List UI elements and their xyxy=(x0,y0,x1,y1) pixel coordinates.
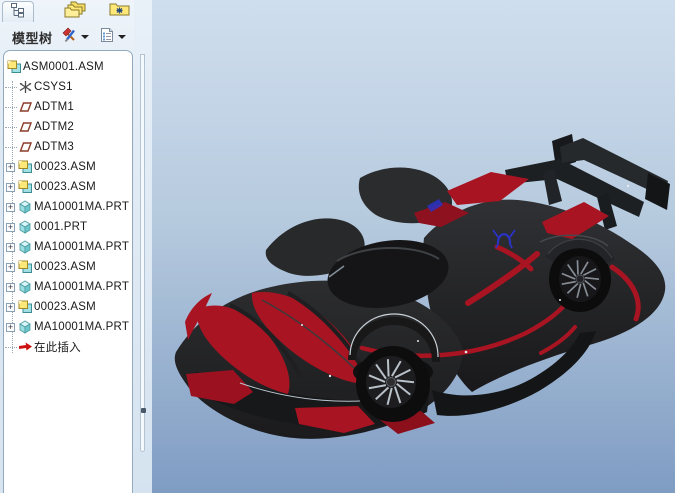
tree-item[interactable]: ADTM3 xyxy=(4,137,132,157)
tree-expander-icon[interactable]: + xyxy=(6,303,15,312)
tree-item[interactable]: + MA10001MA.PRT xyxy=(4,277,132,297)
tree-item-label: MA10001MA.PRT xyxy=(34,241,129,253)
assembly-icon xyxy=(18,160,34,174)
tree-item[interactable]: +0001.PRT xyxy=(4,217,132,237)
tab-folder-browser[interactable] xyxy=(56,1,100,22)
csys-icon xyxy=(18,80,34,94)
tree-item-label: 0001.PRT xyxy=(34,221,87,233)
part-icon xyxy=(18,320,34,334)
assembly-icon xyxy=(18,260,34,274)
tree-item-label: 00023.ASM xyxy=(34,261,96,273)
tree-expander-icon[interactable]: + xyxy=(6,163,15,172)
tree-indent xyxy=(4,337,18,357)
navigator-header: 模型树 xyxy=(0,24,134,50)
tab-favorites[interactable] xyxy=(106,1,134,22)
splitter-groove xyxy=(140,54,145,452)
tree-indent xyxy=(4,77,18,97)
tree-item-label: 在此插入 xyxy=(34,339,81,355)
tree-item-label: MA10001MA.PRT xyxy=(34,281,129,293)
splitter-handle[interactable] xyxy=(141,408,146,413)
tree-item[interactable]: +00023.ASM xyxy=(4,297,132,317)
tree-indent xyxy=(4,57,7,77)
tree-item-label: MA10001MA.PRT xyxy=(34,201,129,213)
datum-icon xyxy=(18,120,34,134)
tree-indent xyxy=(4,97,18,117)
tree-item[interactable]: + MA10001MA.PRT xyxy=(4,317,132,337)
model-tree: ASM0001.ASM CSYS1 ADTM1 ADTM2 ADTM3 +00023.AS… xyxy=(3,50,133,493)
car-model[interactable] xyxy=(152,0,675,493)
tree-item[interactable]: +00023.ASM xyxy=(4,157,132,177)
tree-item[interactable]: +00023.ASM xyxy=(4,177,132,197)
tree-indent xyxy=(4,137,18,157)
tree-expander-icon[interactable]: + xyxy=(6,183,15,192)
tree-expander-icon[interactable]: + xyxy=(6,263,15,272)
tree-item[interactable]: ADTM1 xyxy=(4,97,132,117)
tree-item-label: 00023.ASM xyxy=(34,161,96,173)
tree-expander-icon[interactable]: + xyxy=(6,323,15,332)
tab-model-tree[interactable] xyxy=(2,1,34,22)
tree-item-label: ASM0001.ASM xyxy=(23,61,104,73)
panel-splitter[interactable] xyxy=(134,0,152,493)
part-icon xyxy=(18,200,34,214)
tree-settings-button[interactable] xyxy=(97,26,128,49)
tree-expander-icon[interactable]: + xyxy=(6,203,15,212)
tree-item[interactable]: + MA10001MA.PRT xyxy=(4,197,132,217)
tree-item[interactable]: + MA10001MA.PRT xyxy=(4,237,132,257)
assembly-icon xyxy=(18,180,34,194)
chevron-down-icon xyxy=(118,35,126,39)
navigator-tabs xyxy=(0,0,134,22)
tree-expander-icon[interactable]: + xyxy=(6,283,15,292)
navigator-panel: 模型树 xyxy=(0,0,134,493)
tree-expander-icon[interactable]: + xyxy=(6,223,15,232)
part-icon xyxy=(18,240,34,254)
tree-item[interactable]: 在此插入 xyxy=(4,337,132,357)
tools-icon xyxy=(61,27,78,48)
tree-item-label: ADTM2 xyxy=(34,121,74,133)
tree-item-label: ADTM3 xyxy=(34,141,74,153)
insert-icon xyxy=(18,340,34,354)
tree-indent xyxy=(4,117,18,137)
chevron-down-icon xyxy=(81,35,89,39)
tree-item[interactable]: ADTM2 xyxy=(4,117,132,137)
tree-item[interactable]: CSYS1 xyxy=(4,77,132,97)
3d-viewport[interactable] xyxy=(152,0,675,493)
tree-item-label: 00023.ASM xyxy=(34,301,96,313)
tree-item[interactable]: +00023.ASM xyxy=(4,257,132,277)
assembly-icon xyxy=(18,300,34,314)
part-icon xyxy=(18,280,34,294)
panel-title: 模型树 xyxy=(12,28,53,47)
app-window: 模型树 xyxy=(0,0,675,493)
tree-item[interactable]: ASM0001.ASM xyxy=(4,57,132,77)
folder-star-icon xyxy=(109,1,131,22)
tree-tools-button[interactable] xyxy=(59,26,91,49)
datum-icon xyxy=(18,140,34,154)
hierarchy-icon xyxy=(10,2,26,23)
part-icon xyxy=(18,220,34,234)
tree-item-label: MA10001MA.PRT xyxy=(34,321,129,333)
rear-wheel[interactable] xyxy=(548,239,612,312)
tree-root: ASM0001.ASM CSYS1 ADTM1 ADTM2 ADTM3 +00023.AS… xyxy=(4,57,132,357)
folders-icon xyxy=(63,0,93,23)
tree-item-label: CSYS1 xyxy=(34,81,73,93)
tree-item-label: 00023.ASM xyxy=(34,181,96,193)
tree-expander-icon[interactable]: + xyxy=(6,243,15,252)
datum-icon xyxy=(18,100,34,114)
tree-item-label: ADTM1 xyxy=(34,101,74,113)
assembly-icon xyxy=(7,60,23,74)
settings-list-icon xyxy=(99,27,115,48)
